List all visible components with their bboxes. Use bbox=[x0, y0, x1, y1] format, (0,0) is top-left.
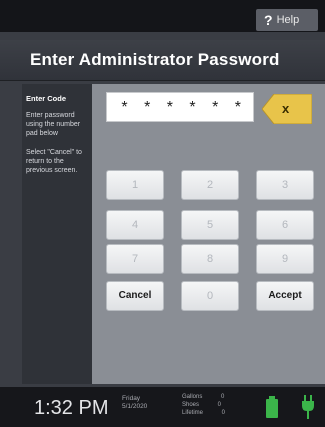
accept-button[interactable]: Accept bbox=[256, 281, 314, 311]
help-label: Help bbox=[276, 14, 300, 26]
stat-row: Gallons 0 bbox=[182, 394, 225, 400]
date-label: 5/1/2020 bbox=[122, 403, 148, 410]
key-0[interactable]: 0 bbox=[181, 281, 239, 311]
clear-button[interactable]: x bbox=[262, 94, 312, 124]
page-title: Enter Administrator Password bbox=[30, 50, 280, 69]
title-bar: Enter Administrator Password bbox=[0, 40, 325, 81]
key-4[interactable]: 4 bbox=[106, 210, 164, 240]
help-icon: ? bbox=[264, 12, 273, 28]
stat-row: Lifetime 0 bbox=[182, 410, 226, 416]
help-button[interactable]: ? Help bbox=[256, 9, 318, 31]
instructions-panel: Enter Code Enter password using the numb… bbox=[22, 84, 92, 384]
instructions-header: Enter Code bbox=[26, 94, 67, 103]
key-1[interactable]: 1 bbox=[106, 170, 164, 200]
key-7[interactable]: 7 bbox=[106, 244, 164, 274]
key-2[interactable]: 2 bbox=[181, 170, 239, 200]
key-9[interactable]: 9 bbox=[256, 244, 314, 274]
keypad-panel: * * * * * * x 1 2 3 4 5 6 7 8 9 Cancel 0… bbox=[92, 84, 325, 384]
day-label: Friday bbox=[122, 395, 141, 402]
cancel-button[interactable]: Cancel bbox=[106, 281, 164, 311]
stat-row: Shoes 0 bbox=[182, 402, 222, 408]
instructions-text-1: Enter password using the number pad belo… bbox=[26, 112, 81, 137]
key-5[interactable]: 5 bbox=[181, 210, 239, 240]
clear-label: x bbox=[282, 101, 290, 116]
stats-block: Gallons 0 Shoes 0 Lifetime 0 bbox=[182, 393, 225, 417]
date-block: Friday 5/1/2020 bbox=[122, 395, 147, 411]
key-3[interactable]: 3 bbox=[256, 170, 314, 200]
battery-icon bbox=[266, 396, 278, 418]
password-field[interactable]: * * * * * * bbox=[106, 92, 254, 122]
clock: 1:32 PM bbox=[34, 397, 109, 419]
screen: ? Help Enter Administrator Password Ente… bbox=[0, 0, 325, 427]
instructions-text-2: Select "Cancel" to return to the previou… bbox=[26, 149, 82, 174]
key-8[interactable]: 8 bbox=[181, 244, 239, 274]
top-bar: ? Help bbox=[0, 0, 325, 32]
plug-icon bbox=[302, 395, 314, 419]
status-bar: 1:32 PM Friday 5/1/2020 Gallons 0 Shoes 0 … bbox=[0, 387, 325, 427]
key-6[interactable]: 6 bbox=[256, 210, 314, 240]
